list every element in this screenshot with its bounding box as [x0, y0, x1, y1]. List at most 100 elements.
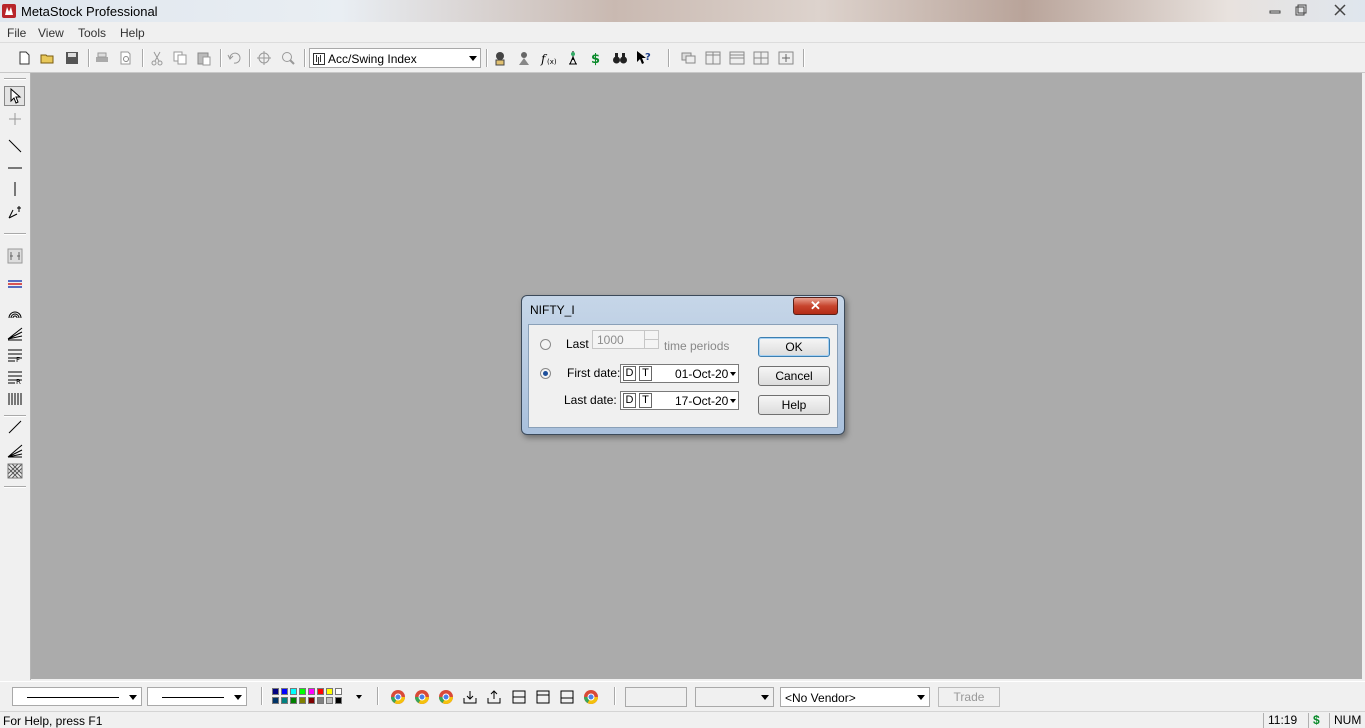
color-swatch[interactable] — [317, 697, 324, 704]
app-icon[interactable] — [2, 4, 16, 18]
color-swatch[interactable] — [281, 697, 288, 704]
new-button[interactable] — [16, 50, 32, 66]
fibonacci-fan-tool[interactable] — [7, 325, 23, 341]
line-tool[interactable] — [7, 419, 23, 435]
help-button[interactable]: Help — [758, 395, 830, 415]
color-swatch[interactable] — [290, 697, 297, 704]
cascade-button[interactable] — [681, 50, 697, 66]
color-swatch[interactable] — [308, 697, 315, 704]
color-swatch[interactable] — [326, 688, 333, 695]
chrome-button-1[interactable] — [390, 689, 406, 705]
color-swatch[interactable] — [335, 688, 342, 695]
cut-button[interactable] — [149, 50, 165, 66]
chevron-down-icon[interactable] — [730, 399, 736, 403]
last-periods-radio[interactable] — [540, 339, 551, 350]
formula-button[interactable]: f (x) — [540, 50, 556, 66]
find-button[interactable] — [612, 50, 628, 66]
horizontal-line-tool[interactable] — [7, 160, 23, 176]
first-date-t-box[interactable]: T — [639, 366, 652, 381]
secondary-dropdown[interactable] — [695, 687, 774, 707]
indicator-dropdown[interactable]: Acc/Swing Index — [309, 48, 481, 68]
regression-tool[interactable] — [7, 276, 23, 292]
color-swatch[interactable] — [299, 697, 306, 704]
layout-button-2[interactable] — [535, 689, 551, 705]
chevron-down-icon[interactable] — [356, 695, 362, 699]
ok-button[interactable]: OK — [758, 337, 830, 357]
layout-button-1[interactable] — [511, 689, 527, 705]
explorer-button[interactable] — [565, 50, 581, 66]
quadrant-lines-tool[interactable]: R — [7, 369, 23, 385]
print-button[interactable] — [94, 50, 110, 66]
crosshair-button[interactable] — [256, 50, 272, 66]
system-tester-button[interactable] — [516, 50, 532, 66]
tile-grid-icon — [753, 51, 769, 65]
dialog-close-button[interactable]: ✕ — [793, 297, 838, 315]
time-zones-tool[interactable] — [7, 391, 23, 407]
chrome-button-4[interactable] — [583, 689, 599, 705]
vendor-dropdown[interactable]: <No Vendor> — [780, 687, 930, 707]
undo-button[interactable] — [226, 50, 242, 66]
line-style-dropdown[interactable] — [12, 687, 142, 706]
chrome-button-3[interactable] — [438, 689, 454, 705]
context-help-button[interactable]: ? — [636, 50, 652, 66]
vertical-line-tool[interactable] — [7, 181, 23, 197]
chevron-down-icon[interactable] — [730, 372, 736, 376]
color-swatch[interactable] — [326, 697, 333, 704]
paste-button[interactable] — [196, 50, 212, 66]
trade-button[interactable]: Trade — [938, 687, 1000, 707]
trendline-tool[interactable] — [7, 138, 23, 154]
symbol-input[interactable] — [625, 687, 687, 707]
last-date-t-box[interactable]: T — [639, 393, 652, 408]
open-button[interactable] — [40, 50, 56, 66]
color-palette[interactable] — [272, 688, 356, 706]
tile-vertical-button[interactable] — [705, 50, 721, 66]
close-window-button[interactable] — [1328, 2, 1352, 18]
zoom-button[interactable] — [280, 50, 296, 66]
spin-down-icon[interactable] — [644, 339, 658, 348]
layout-button-3[interactable] — [559, 689, 575, 705]
color-swatch[interactable] — [290, 688, 297, 695]
copy-button[interactable] — [172, 50, 188, 66]
last-date-picker[interactable]: D T 17-Oct-20 — [620, 391, 739, 410]
color-swatch[interactable] — [272, 697, 279, 704]
color-swatch[interactable] — [272, 688, 279, 695]
crosshair-tool[interactable] — [7, 111, 23, 127]
cycle-lines-tool[interactable] — [7, 248, 23, 264]
fibonacci-arcs-tool[interactable] — [7, 304, 23, 320]
color-swatch[interactable] — [317, 688, 324, 695]
save-button[interactable] — [64, 50, 80, 66]
dollar-button[interactable]: $ — [588, 50, 604, 66]
color-swatch[interactable] — [308, 688, 315, 695]
expert-advisor-button[interactable] — [492, 50, 508, 66]
upload-button[interactable] — [486, 689, 502, 705]
pointer-tool[interactable] — [4, 86, 25, 106]
restore-button[interactable] — [1289, 2, 1313, 18]
print-preview-button[interactable] — [118, 50, 134, 66]
tile-horizontal-button[interactable] — [729, 50, 745, 66]
download-button[interactable] — [462, 689, 478, 705]
menu-view[interactable]: View — [38, 25, 64, 41]
tile-grid-button[interactable] — [753, 50, 769, 66]
first-date-picker[interactable]: D T 01-Oct-20 — [620, 364, 739, 383]
color-swatch[interactable] — [299, 688, 306, 695]
last-periods-input[interactable]: 1000 — [592, 330, 659, 349]
cancel-button[interactable]: Cancel — [758, 366, 830, 386]
minimize-button[interactable] — [1263, 2, 1287, 18]
menu-file[interactable]: File — [7, 25, 26, 41]
spin-up-icon[interactable] — [644, 331, 658, 339]
color-swatch[interactable] — [281, 688, 288, 695]
color-swatch[interactable] — [335, 697, 342, 704]
maximize-chart-button[interactable] — [778, 50, 794, 66]
fibonacci-retracement-tool[interactable]: F — [7, 347, 23, 363]
first-date-radio[interactable] — [540, 368, 551, 379]
menu-help[interactable]: Help — [120, 25, 145, 41]
menu-tools[interactable]: Tools — [78, 25, 106, 41]
last-date-d-box[interactable]: D — [623, 393, 636, 408]
speed-lines-tool[interactable] — [7, 204, 23, 220]
quadrant-lines-icon: R — [8, 371, 22, 385]
first-date-d-box[interactable]: D — [623, 366, 636, 381]
andrews-pitchfork-tool[interactable] — [7, 442, 23, 458]
chrome-button-2[interactable] — [414, 689, 430, 705]
pattern-tool[interactable] — [7, 463, 23, 479]
line-weight-dropdown[interactable] — [147, 687, 247, 706]
